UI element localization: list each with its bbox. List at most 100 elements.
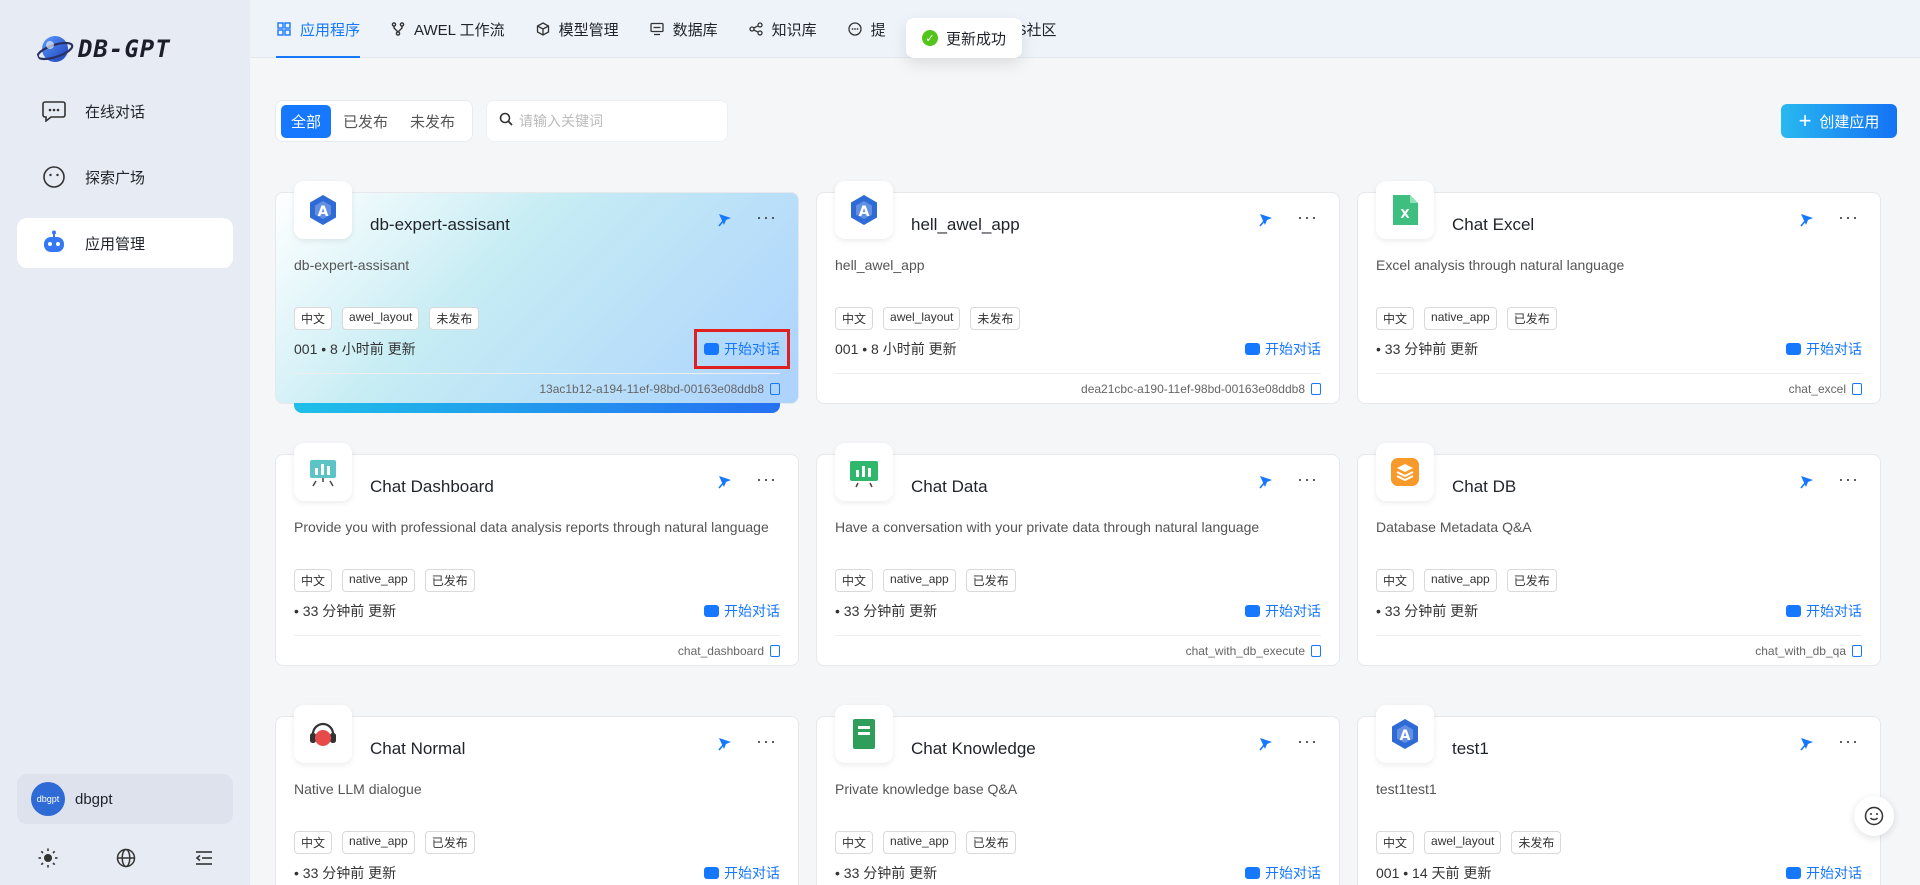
user-name: dbgpt — [75, 790, 113, 808]
card-app-code: 13ac1b12-a194-11ef-98bd-00163e08ddb8 — [539, 382, 780, 396]
start-chat-label: 开始对话 — [1806, 865, 1862, 881]
create-app-button[interactable]: + 创建应用 — [1781, 104, 1897, 138]
sidebar-item-apps[interactable]: 应用管理 — [17, 218, 233, 268]
tag-badge: 未发布 — [1511, 831, 1562, 854]
search-input[interactable] — [519, 113, 719, 129]
more-options-icon[interactable]: ··· — [1297, 731, 1318, 752]
copy-icon[interactable] — [770, 645, 780, 657]
data-board-icon — [835, 443, 893, 501]
more-options-icon[interactable]: ··· — [756, 469, 777, 490]
chat-icon — [704, 867, 719, 879]
app-card[interactable]: Chat Knowledge ··· Private knowledge base … — [816, 705, 1340, 885]
start-chat-button[interactable]: 开始对话 — [1786, 601, 1862, 621]
chat-icon — [1786, 343, 1801, 355]
start-chat-button[interactable]: 开始对话 — [1245, 601, 1321, 621]
card-description: Excel analysis through natural language — [1376, 257, 1625, 273]
card-tags: 中文 native_app 已发布 — [294, 569, 485, 592]
copy-icon[interactable] — [1852, 645, 1862, 657]
start-chat-button[interactable]: 开始对话 — [704, 863, 780, 883]
user-profile[interactable]: dbgpt dbgpt — [17, 774, 233, 824]
sun-icon[interactable] — [36, 846, 60, 870]
pin-icon[interactable] — [716, 473, 734, 491]
tab-models[interactable]: 模型管理 — [535, 0, 619, 58]
copy-icon[interactable] — [1852, 383, 1862, 395]
card-tags: 中文 native_app 已发布 — [835, 569, 1026, 592]
card-tags: 中文 awel_layout 未发布 — [1376, 831, 1571, 854]
copy-icon[interactable] — [1311, 645, 1321, 657]
card-tags: 中文 awel_layout 未发布 — [294, 307, 489, 330]
app-card[interactable]: Chat DB ··· Database Metadata Q&A 中文 native_… — [1357, 443, 1881, 666]
card-description: Private knowledge base Q&A — [835, 781, 1018, 797]
app-card[interactable]: Chat Data ··· Have a conversation with you… — [816, 443, 1340, 666]
app-code-text: dea21cbc-a190-11ef-98bd-00163e08ddb8 — [1081, 382, 1305, 396]
more-options-icon[interactable]: ··· — [1838, 469, 1859, 490]
filter-published[interactable]: 已发布 — [333, 105, 398, 138]
app-code-text: chat_dashboard — [677, 644, 764, 658]
sidebar-item-explore[interactable]: 探索广场 — [17, 152, 233, 202]
start-chat-button[interactable]: 开始对话 — [1786, 339, 1862, 359]
tag-badge: 中文 — [294, 569, 333, 592]
smile-feedback-icon[interactable] — [1854, 796, 1894, 836]
tab-label: 知识库 — [771, 21, 817, 39]
start-chat-button[interactable]: 开始对话 — [1245, 339, 1321, 359]
copy-icon[interactable] — [770, 383, 780, 395]
pin-icon[interactable] — [1798, 211, 1816, 229]
tab-apps[interactable]: 应用程序 — [276, 0, 361, 58]
tag-badge: awel_layout — [883, 307, 961, 330]
app-card[interactable]: Atest1 ··· test1test1 中文 awel_layout 未发布 001 •… — [1357, 705, 1881, 885]
tag-badge: native_app — [342, 569, 415, 592]
chat-bubble-icon — [41, 98, 67, 124]
pin-icon[interactable] — [716, 211, 734, 229]
tag-badge: awel_layout — [1424, 831, 1502, 854]
more-options-icon[interactable]: ··· — [756, 731, 777, 752]
tab-prompt[interactable]: 提 — [847, 0, 886, 58]
sidebar-item-chat[interactable]: 在线对话 — [17, 86, 233, 136]
app-card[interactable]: Chat Normal ··· Native LLM dialogue 中文 nativ… — [275, 705, 799, 885]
pin-icon[interactable] — [1257, 473, 1275, 491]
more-options-icon[interactable]: ··· — [1297, 469, 1318, 490]
more-options-icon[interactable]: ··· — [1297, 207, 1318, 228]
app-card[interactable]: Chat Dashboard ··· Provide you with profes… — [275, 443, 799, 666]
start-chat-button[interactable]: 开始对话 — [704, 601, 780, 621]
more-options-icon[interactable]: ··· — [756, 207, 777, 228]
prompt-icon — [847, 21, 863, 37]
card-title: Chat Normal — [370, 739, 466, 758]
start-chat-button[interactable]: 开始对话 — [1245, 863, 1321, 883]
filter-all[interactable]: 全部 — [281, 104, 332, 138]
tag-badge: native_app — [1424, 569, 1497, 592]
pin-icon[interactable] — [716, 735, 734, 753]
card-title: Chat Dashboard — [370, 477, 494, 496]
tab-awel-flow[interactable]: AWEL 工作流 — [390, 0, 505, 58]
start-chat-button[interactable]: 开始对话 — [694, 329, 790, 369]
more-options-icon[interactable]: ··· — [1838, 207, 1859, 228]
more-options-icon[interactable]: ··· — [1838, 731, 1859, 752]
toast-message: 更新成功 — [946, 30, 1007, 48]
filter-unpublished[interactable]: 未发布 — [400, 105, 465, 138]
pin-icon[interactable] — [1798, 473, 1816, 491]
tag-badge: 中文 — [1376, 831, 1415, 854]
card-meta: 001 • 8 小时前 更新 — [835, 341, 957, 357]
pin-icon[interactable] — [1798, 735, 1816, 753]
app-card[interactable]: Adb-expert-assisant ··· db-expert-assisant… — [275, 181, 799, 413]
app-card[interactable]: X Chat Excel ··· Excel analysis through nat… — [1357, 181, 1881, 404]
pin-icon[interactable] — [1257, 211, 1275, 229]
tab-knowledge[interactable]: 知识库 — [748, 0, 817, 58]
app-logo-icon: A — [1376, 705, 1434, 763]
card-divider — [1376, 635, 1862, 636]
dashboard-icon — [294, 443, 352, 501]
app-code-text: chat_with_db_qa — [1755, 644, 1846, 658]
copy-icon[interactable] — [1311, 383, 1321, 395]
tab-database[interactable]: 数据库 — [649, 0, 718, 58]
start-chat-button[interactable]: 开始对话 — [1786, 863, 1862, 883]
globe-icon[interactable] — [114, 846, 138, 870]
brand-logo[interactable]: DB-GPT — [36, 30, 171, 68]
card-meta: • 33 分钟前 更新 — [835, 865, 938, 881]
tag-badge: 未发布 — [429, 307, 480, 330]
card-title: Chat Knowledge — [911, 739, 1036, 758]
app-card[interactable]: Ahell_awel_app ··· hell_awel_app 中文 awel_lay… — [816, 181, 1340, 404]
pin-icon[interactable] — [1257, 735, 1275, 753]
collapse-menu-icon[interactable] — [192, 846, 216, 870]
robot-icon — [41, 230, 67, 256]
tag-badge: 中文 — [1376, 307, 1415, 330]
start-chat-label: 开始对话 — [724, 341, 780, 357]
